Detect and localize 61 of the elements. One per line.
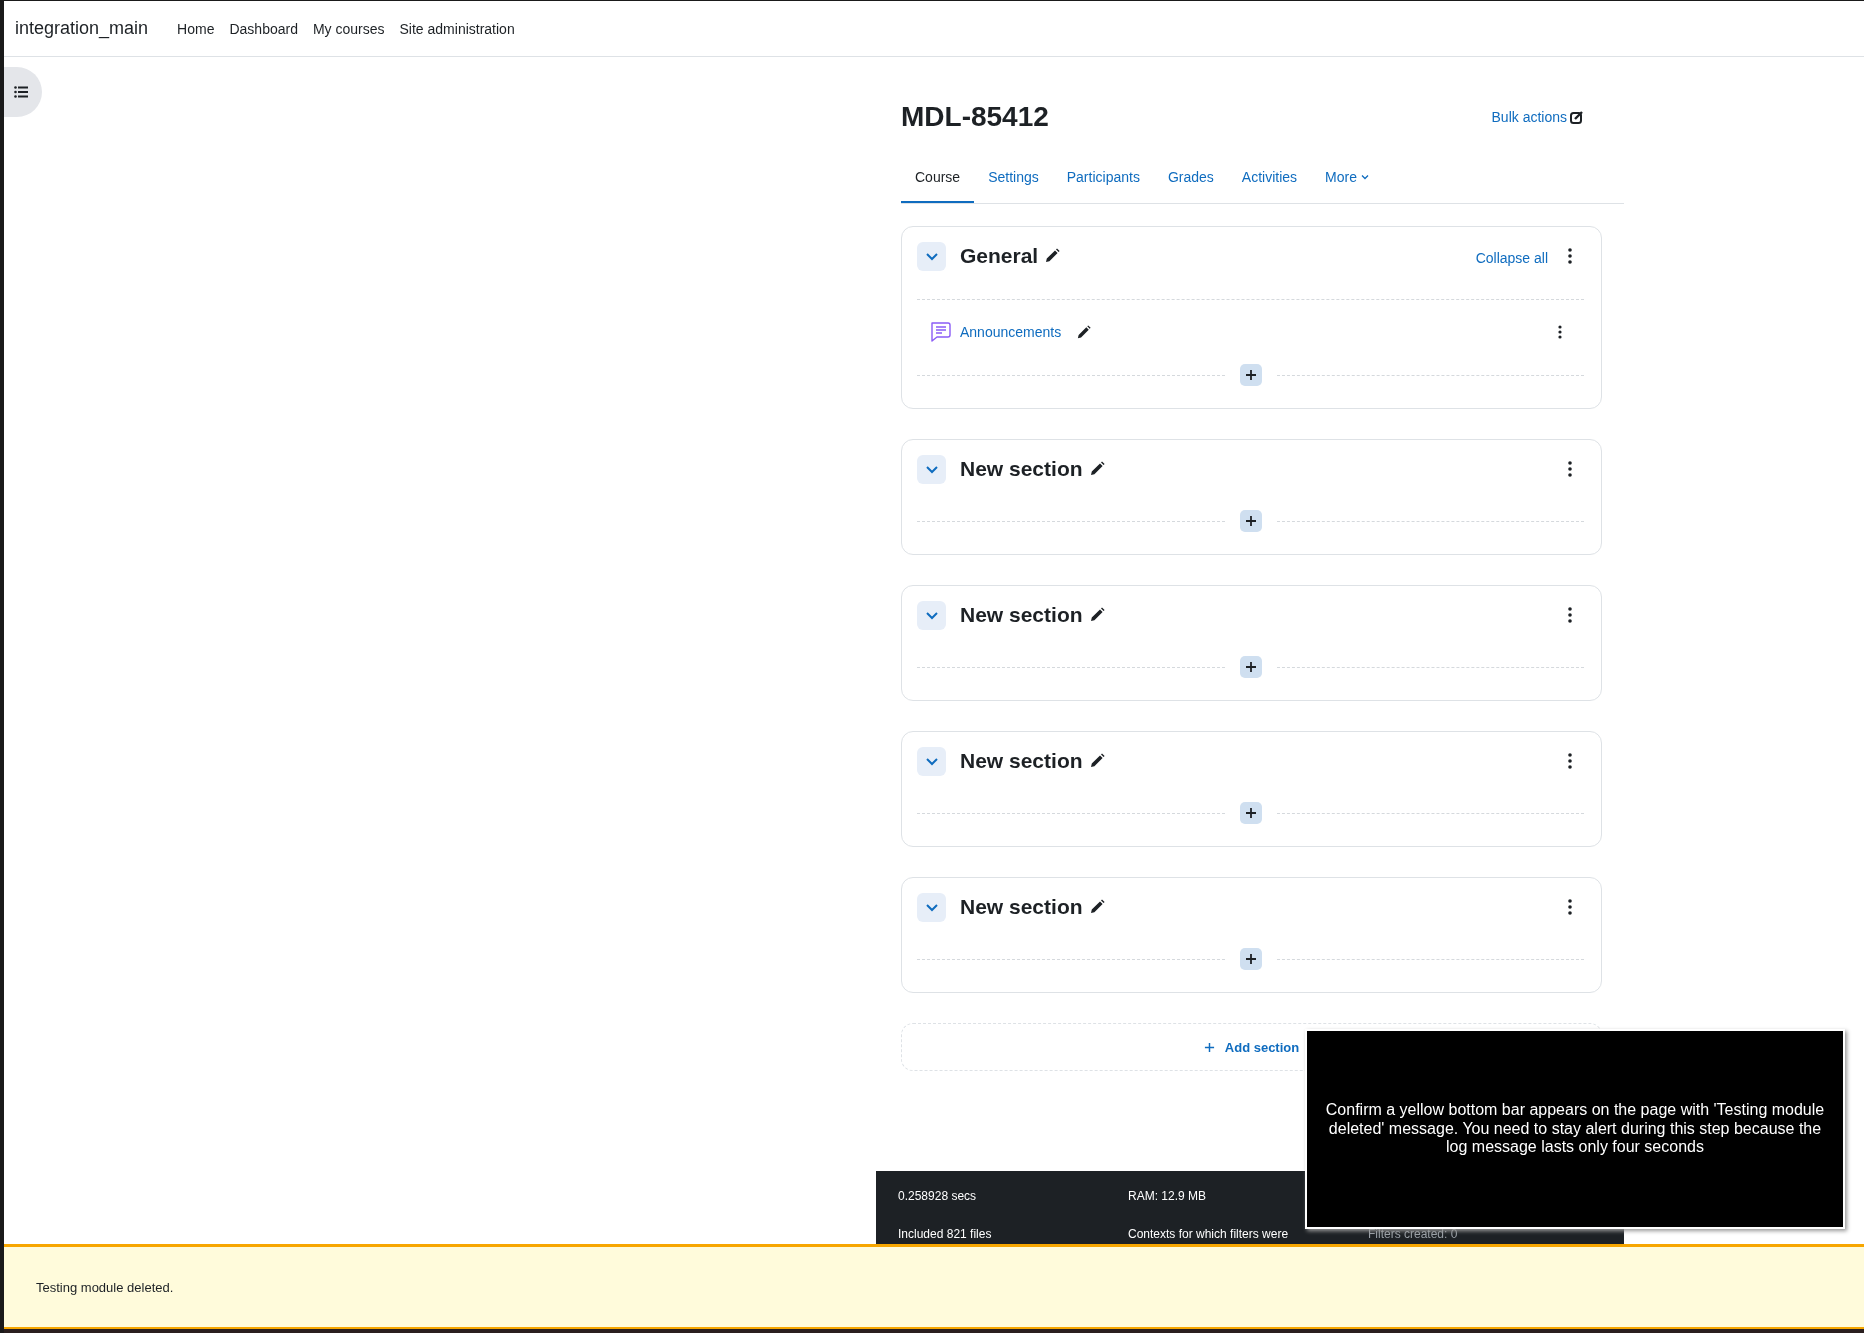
collapse-toggle[interactable] xyxy=(917,241,946,271)
course-tab[interactable]: Participants xyxy=(1052,155,1154,203)
plus-icon xyxy=(1244,807,1257,819)
add-activity-button[interactable] xyxy=(1239,510,1262,532)
more-options-icon[interactable] xyxy=(1568,461,1572,477)
more-options-icon[interactable] xyxy=(1568,753,1572,769)
instruction-text: Confirm a yellow bottom bar appears on the page with 'Testing module deleted' message. You need to stay alert during this step because the log message lasts only four seconds xyxy=(1324,1101,1826,1157)
alert-message: Testing module deleted. xyxy=(36,1279,174,1295)
more-options-icon[interactable] xyxy=(1568,248,1572,264)
add-activity-button[interactable] xyxy=(1239,364,1262,386)
add-section-link[interactable]: Add section xyxy=(1203,1039,1300,1055)
course-tab[interactable]: Course xyxy=(901,155,975,203)
collapse-toggle[interactable] xyxy=(917,454,946,484)
nav-link[interactable]: Site administration xyxy=(399,20,515,37)
course-index-button[interactable] xyxy=(4,67,42,117)
add-activity-button[interactable] xyxy=(1239,802,1262,824)
course-title: MDL-85412 xyxy=(901,101,1049,133)
pencil-icon[interactable] xyxy=(1076,324,1092,340)
pencil-icon[interactable] xyxy=(1088,461,1105,477)
section-title: New section xyxy=(960,749,1083,773)
course-tab[interactable]: Activities xyxy=(1227,155,1312,203)
list-icon xyxy=(14,86,28,98)
nav-link[interactable]: Home xyxy=(177,20,215,37)
plus-icon xyxy=(1203,1041,1215,1053)
performance-info: 0.258928 secs xyxy=(898,1189,978,1204)
add-activity-button[interactable] xyxy=(1239,948,1262,970)
performance-info: Included 821 files xyxy=(898,1227,993,1242)
plus-icon xyxy=(1244,369,1257,381)
course-tab[interactable]: More xyxy=(1311,155,1383,203)
more-options-icon[interactable] xyxy=(1568,899,1572,915)
pencil-icon[interactable] xyxy=(1044,248,1061,264)
performance-info: Contexts for which filters were xyxy=(1128,1227,1290,1242)
pencil-icon[interactable] xyxy=(1088,753,1105,769)
pencil-icon[interactable] xyxy=(1088,899,1105,915)
plus-icon xyxy=(1244,953,1257,965)
performance-info: Filters created: 0 xyxy=(1368,1227,1459,1242)
collapse-toggle[interactable] xyxy=(917,746,946,776)
plus-icon xyxy=(1244,661,1257,673)
collapse-toggle[interactable] xyxy=(917,600,946,630)
more-options-icon[interactable] xyxy=(1558,325,1562,339)
collapse-all-link[interactable]: Collapse all xyxy=(1475,250,1548,266)
site-name[interactable]: integration_main xyxy=(15,18,149,39)
section-title: New section xyxy=(960,895,1083,919)
course-tab[interactable]: Settings xyxy=(974,155,1053,203)
bulk-actions-link[interactable]: Bulk actions xyxy=(1491,109,1584,125)
forum-icon xyxy=(929,321,951,343)
nav-link[interactable]: My courses xyxy=(312,20,385,37)
section-title: New section xyxy=(960,457,1083,481)
edit-square-icon xyxy=(1570,110,1584,124)
collapse-toggle[interactable] xyxy=(917,892,946,922)
nav-link[interactable]: Dashboard xyxy=(229,20,298,37)
add-activity-button[interactable] xyxy=(1239,656,1262,678)
course-tab[interactable]: Grades xyxy=(1153,155,1228,203)
section-title: General xyxy=(960,244,1039,268)
pencil-icon[interactable] xyxy=(1088,607,1105,623)
caret-icon xyxy=(1360,174,1369,180)
more-options-icon[interactable] xyxy=(1568,607,1572,623)
performance-info: RAM: 12.9 MB xyxy=(1128,1189,1208,1204)
activity-link[interactable]: Announcements xyxy=(960,324,1062,340)
plus-icon xyxy=(1244,515,1257,527)
section-title: New section xyxy=(960,603,1083,627)
